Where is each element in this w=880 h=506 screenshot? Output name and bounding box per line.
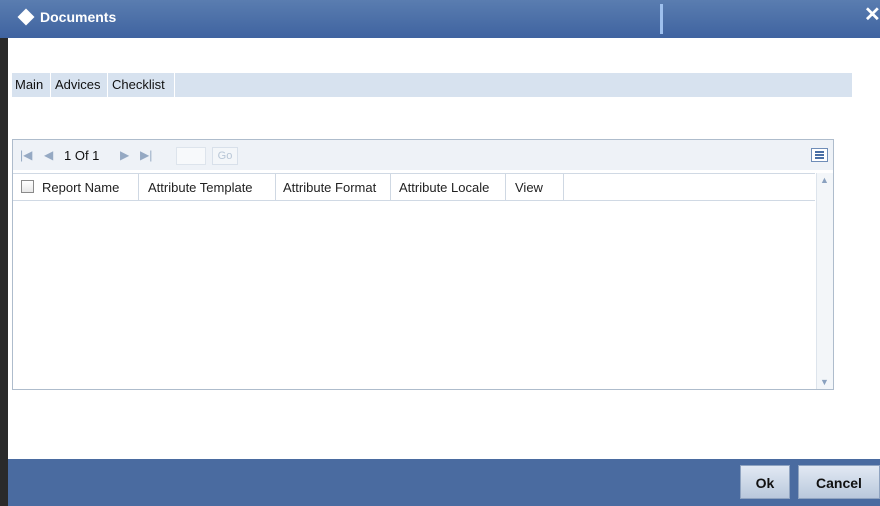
window-left-edge (0, 0, 8, 506)
column-header-attribute-locale[interactable]: Attribute Locale (399, 180, 489, 195)
vertical-scrollbar[interactable]: ▲ ▼ (816, 173, 833, 389)
tab-bar: Main Advices Checklist (12, 73, 852, 97)
column-header-attribute-format[interactable]: Attribute Format (283, 180, 376, 195)
title-bar-marker (660, 4, 663, 34)
diamond-icon (17, 8, 35, 26)
table-header: Report Name Attribute Template Attribute… (13, 173, 815, 201)
tab-divider (107, 73, 108, 97)
tab-checklist[interactable]: Checklist (112, 73, 165, 97)
column-divider (390, 174, 391, 200)
previous-page-icon[interactable]: ◀ (44, 148, 53, 162)
column-header-report-name[interactable]: Report Name (42, 180, 119, 195)
column-divider (138, 174, 139, 200)
column-menu-icon[interactable] (811, 148, 828, 162)
first-page-icon[interactable]: |◀ (20, 148, 32, 162)
dialog-footer: Ok Cancel (8, 459, 880, 506)
tab-main[interactable]: Main (15, 73, 43, 97)
next-page-icon[interactable]: ▶ (120, 148, 129, 162)
column-header-attribute-template[interactable]: Attribute Template (148, 180, 253, 195)
title-bar: Documents ✕ (0, 0, 880, 38)
column-divider (275, 174, 276, 200)
cancel-button[interactable]: Cancel (798, 465, 880, 499)
tab-advices[interactable]: Advices (55, 73, 101, 97)
page-indicator: 1 Of 1 (64, 148, 100, 163)
tab-divider (174, 73, 175, 97)
tab-divider (50, 73, 51, 97)
ok-button[interactable]: Ok (740, 465, 790, 499)
last-page-icon[interactable]: ▶| (140, 148, 152, 162)
page-number-input[interactable] (176, 147, 206, 165)
documents-grid: |◀ ◀ 1 Of 1 ▶ ▶| Go Report Name Attribut… (12, 139, 834, 390)
close-icon[interactable]: ✕ (864, 3, 880, 27)
pagination-bar: |◀ ◀ 1 Of 1 ▶ ▶| Go (13, 140, 833, 170)
scroll-up-icon[interactable]: ▲ (820, 175, 829, 185)
column-divider (563, 174, 564, 200)
column-divider (505, 174, 506, 200)
column-header-view[interactable]: View (515, 180, 543, 195)
select-all-checkbox[interactable] (21, 180, 34, 193)
window-title: Documents (40, 9, 117, 25)
go-button[interactable]: Go (212, 147, 238, 165)
scroll-down-icon[interactable]: ▼ (820, 377, 829, 387)
